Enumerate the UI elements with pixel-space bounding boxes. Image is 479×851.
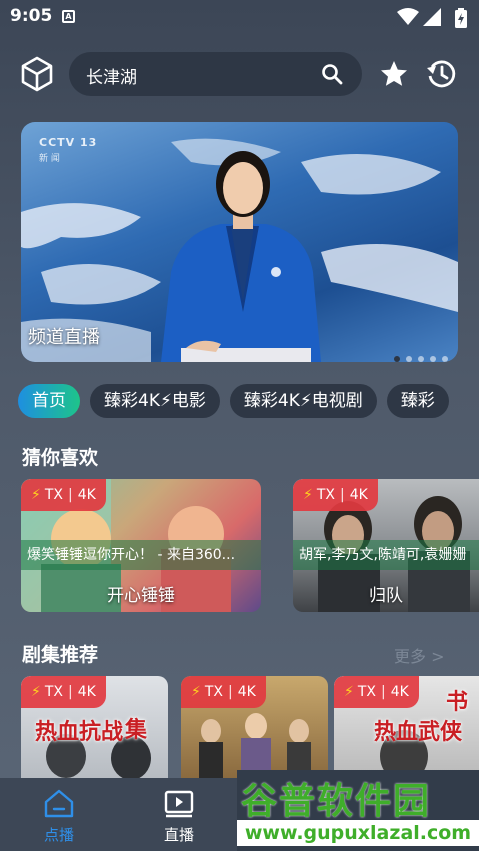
star-icon[interactable] [379,59,409,89]
watermark: 谷普软件园 www.gupuxlazal.com [237,770,479,851]
video-card[interactable]: ⚡ TX | 4K 胡军,李乃文,陈靖可,袁姗姗 归队 [293,479,479,612]
history-icon[interactable] [425,58,457,90]
more-link[interactable]: 更多 > [394,643,445,667]
home-icon [44,789,74,818]
video-card[interactable]: ⚡ TX | 4K 爆笑锤锤逗你开心！ - 来自360... 开心锤锤 [21,479,261,612]
poster-title: 热血抗战 [35,720,124,745]
nav-item-live[interactable]: 直播 [149,788,209,845]
lightning-icon: ⚡ [31,487,41,503]
nav-label-vod: 点播 [43,826,74,844]
carousel-dot[interactable] [394,356,400,362]
lightning-icon: ⚡ [191,684,201,700]
notification-icon: A [62,10,75,23]
carousel-indicator[interactable] [388,347,448,362]
section-title-guess: 猜你喜欢 [22,447,99,469]
badge-quality: 4K [77,684,96,700]
card-title: 开心锤锤 [107,586,175,606]
lightning-icon: ⚡ [303,487,313,503]
badge-quality: 4K [390,684,409,700]
source-badge: ⚡ TX | 4K [293,479,378,511]
badge-quality: 4K [349,487,368,503]
badge-quality: 4K [77,487,96,503]
source-badge: ⚡ TX | 4K [181,676,266,708]
live-channel-banner[interactable]: CCTV 13 新 闻 频道直播 [21,122,458,362]
series-card[interactable]: ⚡ TX | 4K [181,676,328,778]
badge-source: TX [44,684,63,700]
nav-item-vod[interactable]: 点播 [29,788,89,845]
tab-4k-tv[interactable]: 臻彩4K⚡电视剧 [229,384,377,418]
nav-label-live: 直播 [163,826,194,844]
search-bar[interactable]: 长津湖 [69,52,362,96]
status-bar: 9:05 A [0,0,479,34]
badge-source: TX [357,684,376,700]
tab-4k-movies[interactable]: 臻彩4K⚡电影 [90,384,220,418]
card-title: 归队 [369,586,403,606]
series-card[interactable]: 集 热血抗战 ⚡ TX | 4K [21,676,168,778]
battery-icon [455,8,467,28]
lightning-icon: ⚡ [31,684,41,700]
badge-quality: 4K [237,684,256,700]
banner-caption: 频道直播 [28,327,100,348]
status-time: 9:05 [10,6,53,26]
lightning-icon: ⚡ [344,684,354,700]
card-subtitle: 胡军,李乃文,陈靖可,袁姗姗 [293,540,479,570]
source-badge: ⚡ TX | 4K [21,479,106,511]
channel-logo-sub: 新 闻 [39,154,60,164]
carousel-dot[interactable] [430,356,436,362]
wifi-icon [397,8,419,25]
carousel-dot[interactable] [418,356,424,362]
source-badge: ⚡ TX | 4K [21,676,106,708]
tab-4k-more[interactable]: 臻彩 [386,384,449,418]
category-tabs: 首页 臻彩4K⚡电影 臻彩4K⚡电视剧 臻彩 [18,384,479,420]
carousel-dot[interactable] [406,356,412,362]
poster-title-char: 书 [446,690,469,715]
search-input[interactable]: 长津湖 [86,63,137,88]
tab-home[interactable]: 首页 [18,384,80,418]
badge-source: TX [204,684,223,700]
badge-source: TX [316,487,335,503]
channel-logo: CCTV 13 [39,136,98,149]
card-subtitle: 爆笑锤锤逗你开心！ - 来自360... [21,540,261,570]
top-bar: 长津湖 [0,52,479,96]
watermark-url: www.gupuxlazal.com [237,820,479,846]
poster-title: 热血武侠 [374,720,463,745]
series-card[interactable]: 书 热血武侠 ⚡ TX | 4K [334,676,479,778]
signal-icon [423,8,441,26]
source-badge: ⚡ TX | 4K [334,676,419,708]
search-icon[interactable] [320,62,344,86]
play-icon [164,790,194,818]
watermark-logo-text: 谷普软件园 [241,781,432,822]
carousel-dot[interactable] [442,356,448,362]
badge-source: TX [44,487,63,503]
section-title-series: 剧集推荐 [22,644,99,666]
poster-title-char: 集 [125,718,148,743]
cube-icon[interactable] [20,56,54,92]
